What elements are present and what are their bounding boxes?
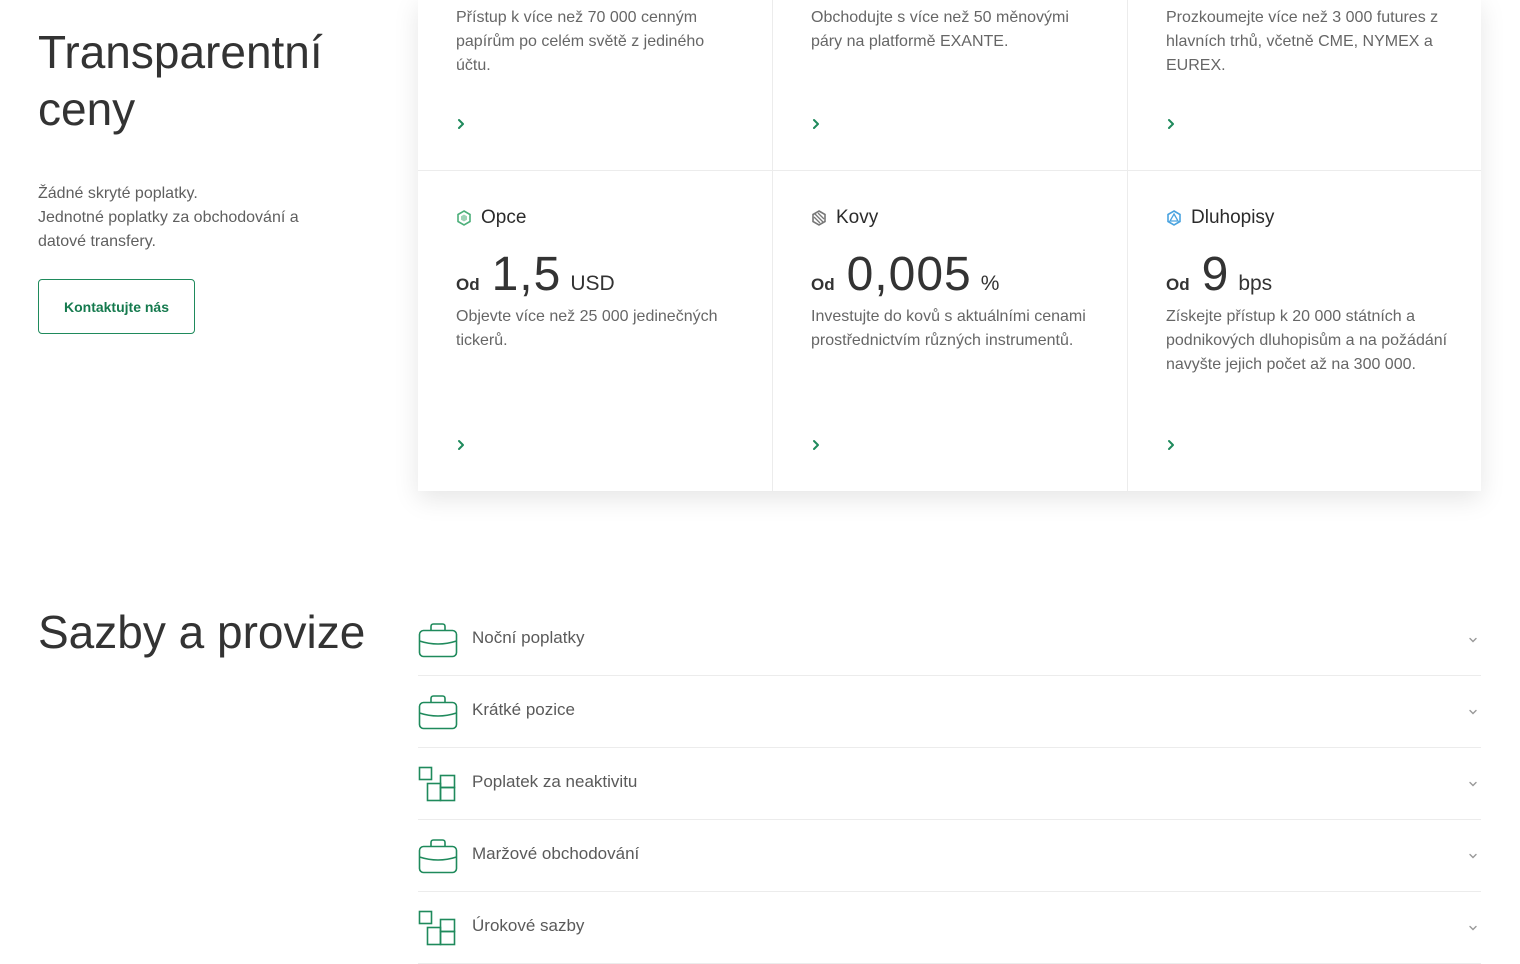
card-header: Dluhopisy bbox=[1166, 207, 1274, 229]
product-cards-grid: Přístup k více než 70 000 cenným papírům… bbox=[418, 0, 1481, 491]
chevron-right-icon[interactable] bbox=[454, 438, 468, 452]
card-forex[interactable]: Obchodujte s více než 50 měnovými páry n… bbox=[772, 0, 1127, 170]
accordion-label: Maržové obchodování bbox=[472, 844, 640, 863]
pricing-description: Žádné skryté poplatky. Jednotné poplatky… bbox=[38, 182, 338, 254]
card-futures[interactable]: Prozkoumejte více než 3 000 futures z hl… bbox=[1127, 0, 1481, 170]
accordion-label: Poplatek za neaktivitu bbox=[472, 772, 638, 791]
briefcase-icon bbox=[418, 839, 458, 874]
card-description: Objevte více než 25 000 jedinečných tick… bbox=[456, 308, 718, 349]
chevron-down-icon[interactable] bbox=[1467, 778, 1479, 790]
squares-icon bbox=[418, 910, 456, 946]
chevron-down-icon[interactable] bbox=[1467, 850, 1479, 862]
chevron-right-icon[interactable] bbox=[1164, 117, 1178, 131]
price-prefix: Od bbox=[1166, 275, 1190, 294]
card-bonds[interactable]: Dluhopisy Od 9 bps Získejte přístup k 20… bbox=[1127, 170, 1481, 491]
chevron-down-icon[interactable] bbox=[1467, 706, 1479, 718]
section-title-rates: Sazby a provize bbox=[38, 606, 366, 658]
chevron-right-icon[interactable] bbox=[1164, 438, 1178, 452]
card-title: Kovy bbox=[836, 207, 879, 228]
accordion-item-short-positions[interactable]: Krátké pozice bbox=[418, 676, 1481, 748]
price-prefix: Od bbox=[811, 275, 835, 294]
card-metals[interactable]: Kovy Od 0,005 % Investujte do kovů s akt… bbox=[772, 170, 1127, 491]
card-title: Opce bbox=[481, 207, 527, 228]
accordion-item-overnight-fees[interactable]: Noční poplatky bbox=[418, 604, 1481, 676]
accordion-label: Noční poplatky bbox=[472, 628, 585, 647]
squares-icon bbox=[418, 766, 456, 802]
section-title-pricing: Transparentní ceny bbox=[38, 26, 323, 135]
price-value: 1,5 bbox=[491, 248, 562, 301]
price-value: 0,005 bbox=[846, 248, 972, 301]
accordion-item-inactivity-fee[interactable]: Poplatek za neaktivitu bbox=[418, 748, 1481, 820]
chevron-right-icon[interactable] bbox=[809, 438, 823, 452]
metals-icon bbox=[812, 210, 826, 226]
accordion-item-margin-trading[interactable]: Maržové obchodování bbox=[418, 820, 1481, 892]
card-header: Kovy bbox=[811, 207, 878, 229]
price-unit: USD bbox=[570, 272, 615, 295]
card-description: Získejte přístup k 20 000 státních a pod… bbox=[1166, 308, 1448, 373]
price-prefix: Od bbox=[456, 275, 480, 294]
card-options[interactable]: Opce Od 1,5 USD Objevte více než 25 000 … bbox=[418, 170, 772, 491]
price-unit: bps bbox=[1238, 272, 1273, 295]
bonds-icon bbox=[1167, 210, 1181, 226]
card-stocks[interactable]: Přístup k více než 70 000 cenným papírům… bbox=[418, 0, 772, 170]
accordion-label: Úrokové sazby bbox=[472, 916, 585, 935]
rates-accordion: Noční poplatky Krátké pozice Poplatek za… bbox=[418, 604, 1481, 964]
price-unit: % bbox=[980, 272, 1000, 295]
card-price: Od 9 bps bbox=[1166, 247, 1272, 302]
pricing-description-line2: Jednotné poplatky za obchodování a datov… bbox=[38, 209, 299, 250]
chevron-down-icon[interactable] bbox=[1467, 922, 1479, 934]
chevron-right-icon[interactable] bbox=[809, 117, 823, 131]
card-description: Investujte do kovů s aktuálními cenami p… bbox=[811, 308, 1086, 349]
card-price: Od 0,005 % bbox=[811, 247, 999, 302]
briefcase-icon bbox=[418, 695, 458, 730]
pricing-description-line1: Žádné skryté poplatky. bbox=[38, 185, 198, 202]
card-header: Opce bbox=[456, 207, 526, 229]
accordion-item-interest-rates[interactable]: Úrokové sazby bbox=[418, 892, 1481, 964]
chevron-down-icon[interactable] bbox=[1467, 634, 1479, 646]
price-value: 9 bbox=[1201, 248, 1230, 301]
card-title: Dluhopisy bbox=[1191, 207, 1275, 228]
options-icon bbox=[457, 210, 471, 226]
chevron-right-icon[interactable] bbox=[454, 117, 468, 131]
accordion-label: Krátké pozice bbox=[472, 700, 575, 719]
briefcase-icon bbox=[418, 623, 458, 658]
card-price: Od 1,5 USD bbox=[456, 247, 615, 302]
card-description: Přístup k více než 70 000 cenným papírům… bbox=[456, 9, 705, 74]
card-description: Obchodujte s více než 50 měnovými páry n… bbox=[811, 9, 1069, 50]
card-description: Prozkoumejte více než 3 000 futures z hl… bbox=[1166, 9, 1439, 74]
contact-us-button[interactable]: Kontaktujte nás bbox=[38, 279, 195, 334]
